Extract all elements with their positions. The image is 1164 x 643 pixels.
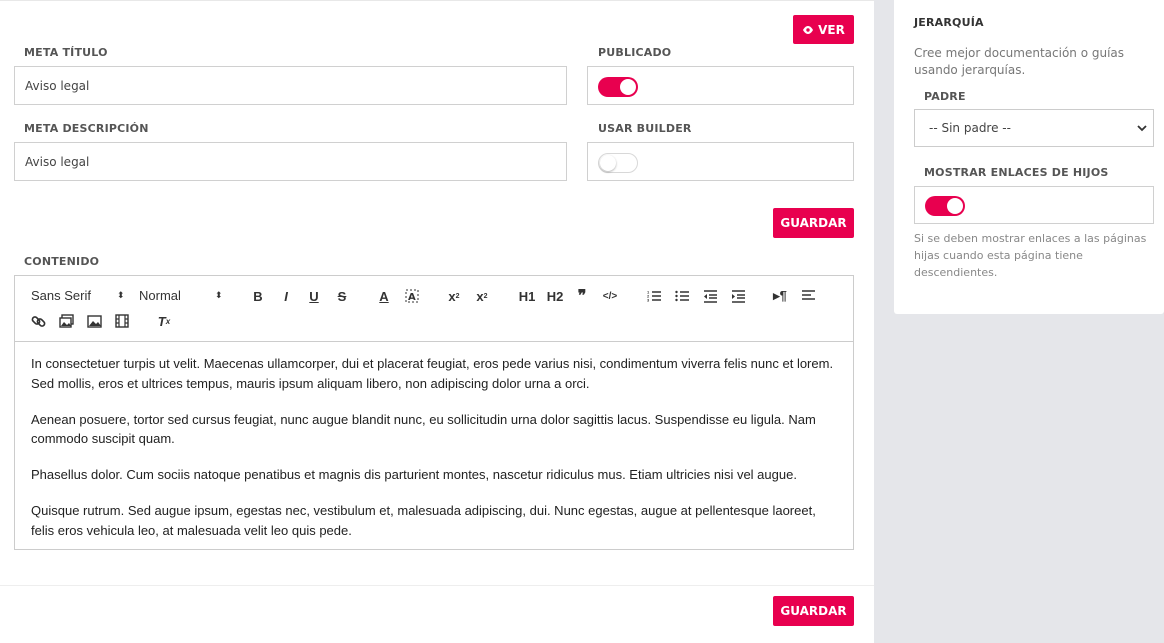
content-label: CONTENIDO [24,255,100,268]
italic-icon[interactable]: I [277,287,295,305]
background-color-icon[interactable]: A [403,287,421,305]
blockquote-icon[interactable]: ❞ [573,287,591,305]
font-select[interactable]: Sans Serif ⬍ [31,288,131,303]
content-paragraph: Phasellus dolor. Cum sociis natoque pena… [31,467,797,482]
content-paragraph: In consectetuer turpis ut velit. Maecena… [31,356,834,391]
main-panel: VER META TÍTULO Aviso legal PUBLICADO ME… [0,0,874,643]
content-paragraph: Aenean posuere, tortor sed cursus feugia… [31,411,816,447]
show-children-toggle[interactable] [925,196,965,216]
underline-icon[interactable]: U [305,287,323,305]
code-block-icon[interactable]: </> [601,287,619,305]
video-icon[interactable] [113,312,131,330]
parent-select[interactable]: -- Sin padre -- [914,109,1154,147]
text-color-icon[interactable]: A [375,287,393,305]
bold-icon[interactable]: B [249,287,267,305]
indent-icon[interactable] [729,287,747,305]
size-select-value: Normal [139,288,181,303]
select-arrows-icon: ⬍ [117,290,125,300]
hierarchy-description: Cree mejor documentación o guías usando … [914,46,1125,77]
content-paragraph: Quisque rutrum. Sed augue ipsum, egestas… [31,503,816,538]
header-1-label: H1 [518,288,536,304]
select-arrows-icon: ⬍ [215,290,223,300]
header-1-icon[interactable]: H1 [515,287,539,305]
published-field [587,66,854,105]
superscript-icon[interactable]: x2 [473,287,491,305]
use-builder-field [587,142,854,181]
published-toggle[interactable] [598,77,638,97]
show-children-field [914,186,1154,224]
meta-description-input[interactable]: Aviso legal [14,142,567,181]
parent-select-value: -- Sin padre -- [929,121,1011,135]
show-children-label: MOSTRAR ENLACES DE HIJOS [924,166,1109,179]
use-builder-toggle[interactable] [598,153,638,173]
image-icon[interactable] [85,312,103,330]
content-editor[interactable]: In consectetuer turpis ut velit. Maecena… [14,341,854,550]
ordered-list-icon[interactable]: 123 [645,287,663,305]
header-2-icon[interactable]: H2 [543,287,567,305]
parent-label: PADRE [924,90,966,103]
save-button-bottom[interactable]: GUARDAR [773,596,854,626]
svg-text:3: 3 [647,298,650,303]
svg-text:A: A [408,292,416,303]
gallery-icon[interactable] [57,312,75,330]
subscript-icon[interactable]: x2 [445,287,463,305]
editor-toolbar: Sans Serif ⬍ Normal ⬍ B I U S A A x2 x2 … [14,275,854,341]
view-button-label: VER [818,22,845,37]
size-select[interactable]: Normal ⬍ [139,288,229,303]
header-2-label: H2 [546,288,564,304]
use-builder-label: USAR BUILDER [598,122,692,135]
view-button[interactable]: VER [793,15,854,44]
meta-title-input[interactable]: Aviso legal [14,66,567,105]
footer-divider [0,585,874,586]
show-children-help: Si se deben mostrar enlaces a las página… [914,232,1147,279]
strike-icon[interactable]: S [333,287,351,305]
text-direction-icon[interactable]: ▸¶ [771,287,789,305]
link-icon[interactable] [29,312,47,330]
align-icon[interactable] [799,287,817,305]
published-label: PUBLICADO [598,46,672,59]
clear-format-icon[interactable]: Tx [155,312,173,330]
meta-description-label: META DESCRIPCIÓN [24,122,149,135]
hierarchy-title: JERARQUÍA [914,16,984,29]
bullet-list-icon[interactable] [673,287,691,305]
save-button-top[interactable]: GUARDAR [773,208,854,238]
eye-icon [803,25,814,34]
outdent-icon[interactable] [701,287,719,305]
meta-title-label: META TÍTULO [24,46,108,59]
chevron-down-icon [1137,125,1147,132]
font-select-value: Sans Serif [31,288,91,303]
